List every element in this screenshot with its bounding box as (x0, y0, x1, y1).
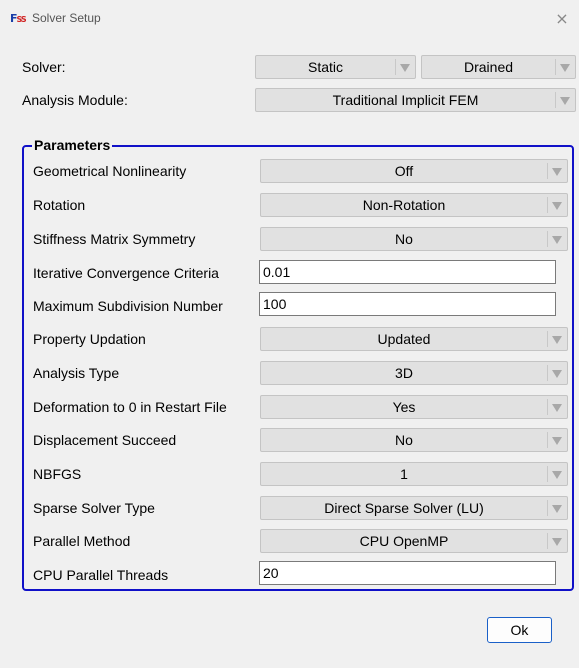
solver-drainage-value: Drained (463, 59, 514, 75)
chevron-down-icon (552, 236, 562, 244)
dropdown-value: Non-Rotation (362, 197, 446, 213)
displacement-succeed-dropdown[interactable]: No (260, 428, 568, 452)
app-logo-icon: FSS (10, 12, 27, 25)
rotation-dropdown[interactable]: Non-Rotation (260, 193, 568, 217)
param-label-rotation: Rotation (33, 197, 86, 213)
chevron-down-icon (552, 168, 562, 176)
param-label-sparse-solver-type: Sparse Solver Type (33, 500, 155, 516)
param-label-displacement-succeed: Displacement Succeed (33, 432, 177, 448)
analysis-module-dropdown[interactable]: Traditional Implicit FEM (255, 88, 576, 112)
stiffness-matrix-symmetry-dropdown[interactable]: No (260, 227, 568, 251)
dropdown-value: 3D (395, 365, 413, 381)
chevron-down-icon (400, 64, 410, 72)
close-icon: × (555, 9, 569, 28)
dropdown-value: Yes (392, 399, 416, 415)
dropdown-value: Off (394, 163, 414, 179)
ok-button[interactable]: Ok (487, 617, 552, 643)
analysis-type-dropdown[interactable]: 3D (260, 361, 568, 385)
deformation-to-zero-dropdown[interactable]: Yes (260, 395, 568, 419)
analysis-module-value: Traditional Implicit FEM (332, 92, 479, 108)
nbfgs-dropdown[interactable]: 1 (260, 462, 568, 486)
chevron-down-icon (560, 97, 570, 105)
parallel-method-dropdown[interactable]: CPU OpenMP (260, 529, 568, 553)
solver-type-dropdown[interactable]: Static (255, 55, 416, 79)
close-button[interactable]: × (551, 8, 573, 30)
dropdown-value: No (395, 432, 413, 448)
dropdown-value: 1 (400, 466, 408, 482)
param-label-cpu-parallel-threads: CPU Parallel Threads (33, 567, 169, 583)
solver-drainage-dropdown[interactable]: Drained (421, 55, 576, 79)
analysis-module-label: Analysis Module: (22, 92, 128, 108)
chevron-down-icon (560, 64, 570, 72)
chevron-down-icon (552, 505, 562, 513)
cpu-parallel-threads-input[interactable] (259, 561, 556, 585)
solver-type-value: Static (307, 59, 343, 75)
title-bar: FSS Solver Setup × (0, 0, 579, 38)
dropdown-value: Updated (377, 331, 431, 347)
iterative-convergence-criteria-input[interactable] (259, 260, 556, 284)
chevron-down-icon (552, 437, 562, 445)
parameters-legend: Parameters (32, 136, 113, 154)
param-label-stiffness-matrix-symmetry: Stiffness Matrix Symmetry (33, 231, 196, 247)
chevron-down-icon (552, 471, 562, 479)
param-label-iterative-convergence-criteria: Iterative Convergence Criteria (33, 265, 219, 281)
property-updation-dropdown[interactable]: Updated (260, 327, 568, 351)
chevron-down-icon (552, 404, 562, 412)
chevron-down-icon (552, 202, 562, 210)
window-title: Solver Setup (32, 11, 101, 25)
solver-label: Solver: (22, 59, 66, 75)
sparse-solver-type-dropdown[interactable]: Direct Sparse Solver (LU) (260, 496, 568, 520)
param-label-parallel-method: Parallel Method (33, 533, 131, 549)
dropdown-value: CPU OpenMP (359, 533, 449, 549)
dropdown-value: Direct Sparse Solver (LU) (324, 500, 484, 516)
param-label-property-updation: Property Updation (33, 331, 146, 347)
maximum-subdivision-number-input[interactable] (259, 292, 556, 316)
param-label-analysis-type: Analysis Type (33, 365, 120, 381)
param-label-nbfgs: NBFGS (33, 466, 82, 482)
chevron-down-icon (552, 370, 562, 378)
chevron-down-icon (552, 538, 562, 546)
param-label-geometrical-nonlinearity: Geometrical Nonlinearity (33, 163, 187, 179)
chevron-down-icon (552, 336, 562, 344)
geometrical-nonlinearity-dropdown[interactable]: Off (260, 159, 568, 183)
dropdown-value: No (395, 231, 413, 247)
param-label-maximum-subdivision-number: Maximum Subdivision Number (33, 298, 223, 314)
param-label-deformation-to-zero-in-restart-file: Deformation to 0 in Restart File (33, 399, 227, 415)
